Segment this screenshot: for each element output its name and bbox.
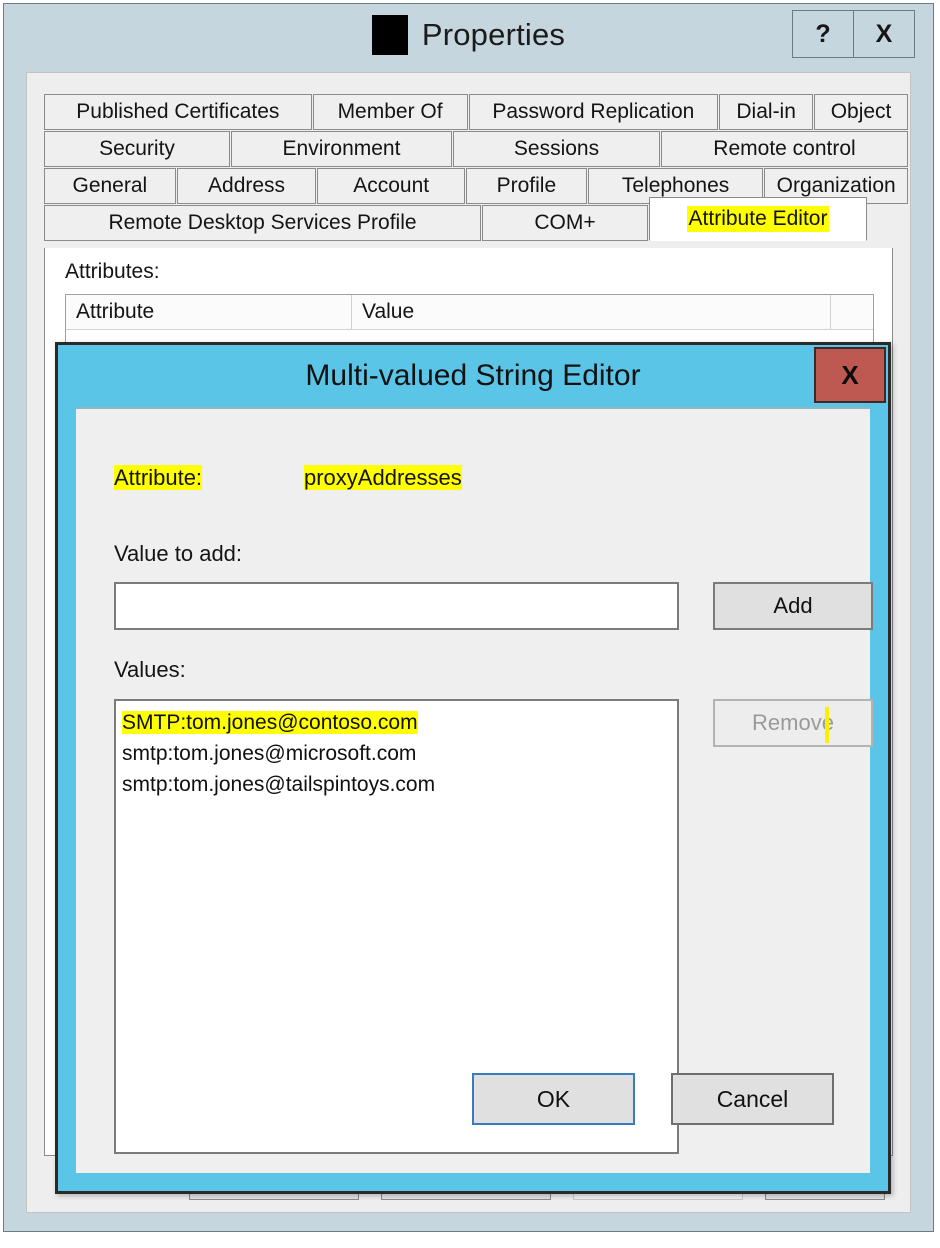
list-item-text: smtp:tom.jones@microsoft.com (122, 742, 417, 765)
list-item[interactable]: SMTP:tom.jones@contoso.com (116, 707, 677, 738)
tab-row-4: Remote Desktop Services Profile COM+ Att… (44, 197, 909, 241)
close-icon[interactable]: X (853, 11, 914, 57)
column-header-spacer (831, 295, 873, 329)
list-item-text: smtp:tom.jones@tailspintoys.com (122, 773, 436, 796)
attribute-name-value: proxyAddresses (304, 465, 462, 491)
attributes-label: Attributes: (65, 260, 160, 283)
remove-button-label: Remove (752, 710, 834, 735)
tab-remote-desktop-services-profile[interactable]: Remote Desktop Services Profile (44, 205, 481, 241)
tab-attribute-editor-label: Attribute Editor (686, 206, 830, 232)
tab-security[interactable]: Security (44, 131, 230, 167)
tab-remote-control[interactable]: Remote control (661, 131, 908, 167)
tab-member-of[interactable]: Member Of (312, 94, 468, 130)
value-to-add-label: Value to add: (114, 541, 243, 566)
tab-address[interactable]: Address (176, 168, 317, 204)
attribute-label: Attribute: (114, 465, 304, 491)
tab-object[interactable]: Object (814, 94, 909, 130)
multi-valued-string-editor-dialog: Multi-valued String Editor X Attribute: … (55, 342, 891, 1194)
tab-general[interactable]: General (44, 168, 176, 204)
dialog-client-area: Attribute: proxyAddresses Value to add: … (76, 407, 873, 1173)
titlebar-button-group: ? X (792, 10, 915, 58)
value-to-add-input[interactable] (114, 582, 679, 630)
tab-strip: Published Certificates Member Of Passwor… (44, 94, 909, 242)
screen-root: Properties ? X Published Certificates Me… (0, 0, 940, 1248)
dialog-titlebar: Multi-valued String Editor X (58, 345, 888, 407)
tab-password-replication[interactable]: Password Replication (468, 94, 719, 130)
attribute-row: Attribute: proxyAddresses (114, 465, 462, 491)
properties-titlebar: Properties ? X (4, 4, 933, 66)
values-label: Values: (114, 657, 186, 682)
tab-account[interactable]: Account (317, 168, 466, 204)
dialog-button-bar: OK Cancel (472, 1073, 834, 1125)
add-button[interactable]: Add (713, 582, 873, 630)
cancel-button[interactable]: Cancel (671, 1073, 834, 1125)
tab-profile[interactable]: Profile (466, 168, 587, 204)
highlighter-caret-mark (825, 707, 829, 743)
attributes-grid-header: Attribute Value (66, 295, 873, 330)
ok-button[interactable]: OK (472, 1073, 635, 1125)
tab-published-certificates[interactable]: Published Certificates (44, 94, 312, 130)
column-header-attribute[interactable]: Attribute (66, 295, 352, 329)
remove-button[interactable]: Remove (713, 699, 873, 747)
tab-sessions[interactable]: Sessions (453, 131, 660, 167)
attribute-label-text: Attribute: (114, 465, 203, 490)
tab-com-plus[interactable]: COM+ (482, 205, 648, 241)
redacted-name-icon (371, 15, 408, 55)
dialog-close-icon[interactable]: X (814, 347, 886, 403)
column-header-value[interactable]: Value (352, 295, 831, 329)
tab-row-1: Published Certificates Member Of Passwor… (44, 94, 909, 130)
list-item[interactable]: smtp:tom.jones@microsoft.com (116, 738, 677, 769)
dialog-title: Multi-valued String Editor (305, 359, 641, 392)
attribute-name-text: proxyAddresses (304, 465, 462, 490)
tab-dial-in[interactable]: Dial-in (719, 94, 814, 130)
tab-attribute-editor[interactable]: Attribute Editor (649, 197, 867, 241)
tab-environment[interactable]: Environment (231, 131, 452, 167)
list-item-text: SMTP:tom.jones@contoso.com (122, 711, 418, 734)
page-title: Properties (421, 17, 566, 52)
list-item[interactable]: smtp:tom.jones@tailspintoys.com (116, 769, 677, 800)
help-button[interactable]: ? (793, 11, 853, 57)
tab-row-2: Security Environment Sessions Remote con… (44, 131, 909, 167)
